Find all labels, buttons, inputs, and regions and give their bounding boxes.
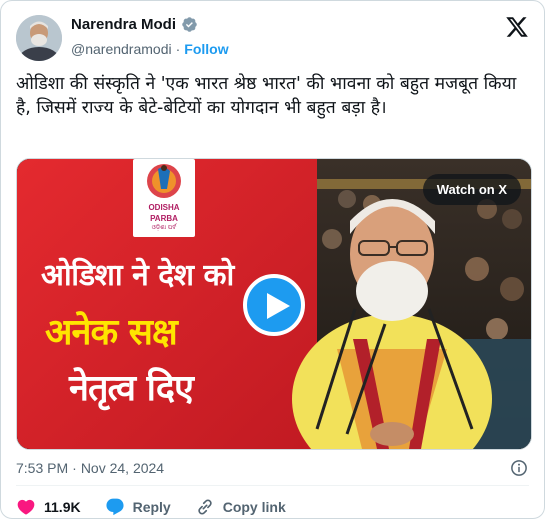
video-caption-line-1: ओडिशा ने देश को <box>41 258 234 293</box>
reply-label[interactable]: Reply <box>133 499 171 515</box>
verified-badge-icon <box>182 17 197 32</box>
link-icon <box>198 499 212 515</box>
video-caption-line-3: नेतृत्व दिए <box>69 368 194 409</box>
x-logo-icon[interactable] <box>505 15 529 39</box>
tweet-actions: 11.9K Reply Copy link <box>16 497 310 517</box>
play-button[interactable] <box>243 274 305 336</box>
play-icon <box>267 293 290 319</box>
odisha-parba-logo: ODISHA PARBA ଓଡ଼ିଶା ପର୍ବ <box>133 159 195 237</box>
tweet-text: ओडिशा की संस्कृति ने 'एक भारत श्रेष्ठ भा… <box>16 74 522 118</box>
logo-text-parba: PARBA <box>150 214 178 223</box>
reply-icon <box>106 498 124 516</box>
like-count[interactable]: 11.9K <box>44 499 81 515</box>
follow-button[interactable]: Follow <box>184 41 228 57</box>
copy-link-button[interactable]: Copy link <box>195 497 286 517</box>
tweet-date[interactable]: Nov 24, 2024 <box>81 460 164 476</box>
divider <box>16 485 529 486</box>
author-handle-row: @narendramodi · Follow <box>71 41 229 57</box>
handle-separator: · <box>175 41 181 57</box>
author-name[interactable]: Narendra Modi <box>71 16 176 33</box>
tweet-time[interactable]: 7:53 PM <box>16 460 68 476</box>
timestamp-separator: · <box>72 460 77 476</box>
like-button[interactable]: 11.9K <box>16 497 81 517</box>
author-handle[interactable]: @narendramodi <box>71 41 172 57</box>
video-caption-line-2: अनेक सक्ष <box>45 312 178 353</box>
reply-button[interactable]: Reply <box>105 497 171 517</box>
avatar[interactable] <box>16 15 62 61</box>
copy-link-label[interactable]: Copy link <box>223 499 286 515</box>
heart-icon <box>17 499 35 515</box>
video-player[interactable]: ODISHA PARBA ଓଡ଼ିଶା ପର୍ବ ओडिशा ने देश को… <box>16 158 532 450</box>
dancer-logo-icon <box>147 164 181 198</box>
tweet-timestamp[interactable]: 7:53 PM · Nov 24, 2024 <box>16 460 164 476</box>
tweet-card: Narendra Modi @narendramodi · Follow ओडि… <box>0 0 545 519</box>
author-name-row: Narendra Modi <box>71 16 198 33</box>
logo-text-odia: ଓଡ଼ିଶା ପର୍ବ <box>151 225 177 231</box>
logo-text-odisha: ODISHA <box>148 203 180 212</box>
info-icon[interactable] <box>510 459 528 477</box>
watch-on-x-button[interactable]: Watch on X <box>422 174 521 205</box>
